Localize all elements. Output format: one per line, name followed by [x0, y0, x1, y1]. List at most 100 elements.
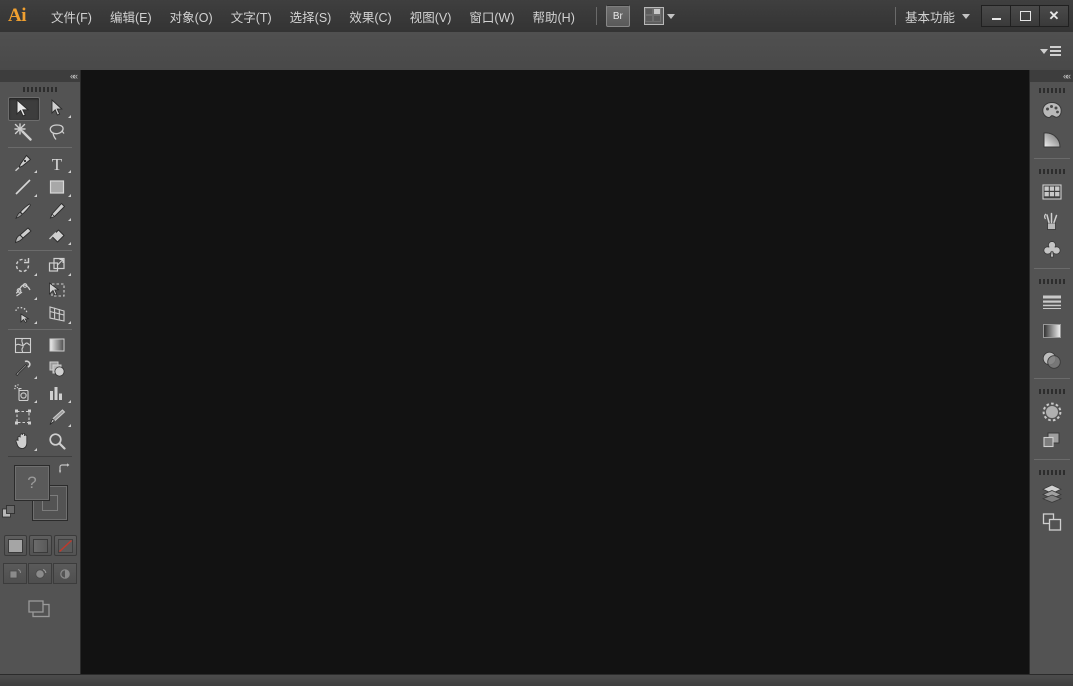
none-mode-button[interactable]	[53, 535, 77, 556]
tool-flyout-indicator	[34, 448, 37, 451]
close-button[interactable]: ✕	[1039, 5, 1069, 27]
dock-group-grip[interactable]	[1030, 275, 1073, 287]
maximize-button[interactable]	[1010, 5, 1040, 27]
screen-mode-row	[0, 598, 80, 625]
selection-tool[interactable]	[6, 96, 40, 121]
panel-icon-color[interactable]	[1030, 96, 1073, 125]
panel-icon-symbols[interactable]	[1030, 235, 1073, 264]
bridge-button[interactable]: Br	[605, 5, 630, 27]
panel-icon-gradient[interactable]	[1030, 125, 1073, 154]
free-transform-tool[interactable]	[40, 278, 74, 302]
dock-group-grip[interactable]	[1030, 466, 1073, 478]
panel-icon-swatches[interactable]	[1030, 177, 1073, 206]
panel-icon-brushes[interactable]	[1030, 206, 1073, 235]
zoom-tool[interactable]	[40, 429, 74, 453]
dock-separator-3	[1034, 378, 1070, 379]
minimize-button[interactable]	[981, 5, 1011, 27]
menu-view[interactable]: 视图(V)	[401, 2, 461, 31]
dock-group-grip[interactable]	[1030, 165, 1073, 177]
width-tool[interactable]	[6, 278, 40, 302]
tool-flyout-indicator	[68, 321, 71, 324]
panel-icon-gradient-2[interactable]	[1030, 316, 1073, 345]
lasso-tool[interactable]	[40, 120, 74, 144]
default-fill-stroke-icon[interactable]	[2, 505, 16, 519]
menu-edit[interactable]: 编辑(E)	[101, 2, 161, 31]
tool-flyout-indicator	[34, 194, 37, 197]
tools-divider-4	[8, 456, 72, 457]
menu-help[interactable]: 帮助(H)	[524, 2, 584, 31]
color-mode-button[interactable]	[3, 535, 27, 556]
panel-dock-header: ««	[1030, 70, 1073, 82]
collapse-panel-icon[interactable]: ««	[70, 71, 78, 81]
screen-mode-button[interactable]	[26, 598, 54, 625]
panel-icon-graphic-styles[interactable]	[1030, 426, 1073, 455]
line-segment-tool[interactable]	[6, 175, 40, 199]
swap-fill-stroke-icon[interactable]	[58, 463, 72, 475]
draw-normal-button[interactable]	[3, 563, 27, 584]
workspace-switcher-label[interactable]: 基本功能	[905, 7, 955, 26]
gradient-tool[interactable]	[40, 333, 74, 357]
status-bar	[0, 674, 1073, 686]
canvas-area[interactable]	[80, 70, 1031, 674]
paintbrush-tool[interactable]	[6, 199, 40, 223]
panel-icon-artboards[interactable]	[1030, 507, 1073, 536]
dock-group-appearance	[1030, 383, 1073, 455]
tools-panel-grip[interactable]	[0, 82, 80, 96]
type-tool[interactable]: T	[40, 151, 74, 175]
arrange-documents-button[interactable]	[643, 7, 675, 25]
draw-inside-button[interactable]	[53, 563, 77, 584]
menu-type[interactable]: 文字(T)	[222, 2, 281, 31]
arrange-documents-icon	[643, 7, 664, 25]
tool-flyout-indicator	[34, 273, 37, 276]
eraser-tool[interactable]	[40, 223, 74, 247]
perspective-grid-tool[interactable]	[40, 302, 74, 326]
dock-group-grip[interactable]	[1030, 385, 1073, 397]
dock-group-grip[interactable]	[1030, 84, 1073, 96]
menu-window[interactable]: 窗口(W)	[460, 2, 523, 31]
draw-behind-button[interactable]	[28, 563, 52, 584]
workspace-chevron-down-icon[interactable]	[962, 13, 970, 19]
dock-group-stroke	[1030, 273, 1073, 374]
tool-flyout-indicator	[68, 424, 71, 427]
expand-panels-icon[interactable]: ««	[1063, 71, 1071, 81]
title-bar: Ai 文件(F) 编辑(E) 对象(O) 文字(T) 选择(S) 效果(C) 视…	[0, 0, 1073, 33]
panel-menu-icon[interactable]	[1040, 46, 1061, 56]
blend-tool[interactable]	[40, 357, 74, 381]
control-bar	[0, 32, 1073, 71]
panel-icon-appearance[interactable]	[1030, 397, 1073, 426]
workspace-separator	[894, 7, 896, 25]
menu-select[interactable]: 选择(S)	[281, 2, 341, 31]
panel-icon-transparency[interactable]	[1030, 345, 1073, 374]
rectangle-tool[interactable]	[40, 175, 74, 199]
menu-file[interactable]: 文件(F)	[42, 2, 101, 31]
hand-tool[interactable]	[6, 429, 40, 453]
artboard-tool[interactable]	[6, 405, 40, 429]
panel-icon-layers[interactable]	[1030, 478, 1073, 507]
toolbar-separator	[595, 7, 597, 25]
tool-flyout-indicator	[68, 194, 71, 197]
color-mode-row	[0, 535, 80, 556]
pen-tool[interactable]	[6, 151, 40, 175]
direct-selection-tool[interactable]	[40, 96, 74, 120]
tool-flyout-indicator	[68, 273, 71, 276]
pencil-tool[interactable]	[40, 199, 74, 223]
title-bar-right: 基本功能 ✕	[883, 0, 1073, 32]
menu-effect[interactable]: 效果(C)	[340, 2, 400, 31]
tool-flyout-indicator	[68, 170, 71, 173]
panel-icon-stroke[interactable]	[1030, 287, 1073, 316]
gradient-mode-button[interactable]	[28, 535, 52, 556]
fill-swatch[interactable]: ?	[14, 465, 50, 501]
scale-tool[interactable]	[40, 254, 74, 278]
eyedropper-tool[interactable]	[6, 357, 40, 381]
magic-wand-tool[interactable]	[6, 120, 40, 144]
column-graph-tool[interactable]	[40, 381, 74, 405]
mesh-tool[interactable]	[6, 333, 40, 357]
rotate-tool[interactable]	[6, 254, 40, 278]
tool-flyout-indicator	[68, 400, 71, 403]
blob-brush-tool[interactable]	[6, 223, 40, 247]
menu-object[interactable]: 对象(O)	[161, 2, 222, 31]
symbol-sprayer-tool[interactable]	[6, 381, 40, 405]
shape-builder-tool[interactable]	[6, 302, 40, 326]
slice-tool[interactable]	[40, 405, 74, 429]
panel-menu-chevron-down-icon	[1040, 48, 1048, 54]
